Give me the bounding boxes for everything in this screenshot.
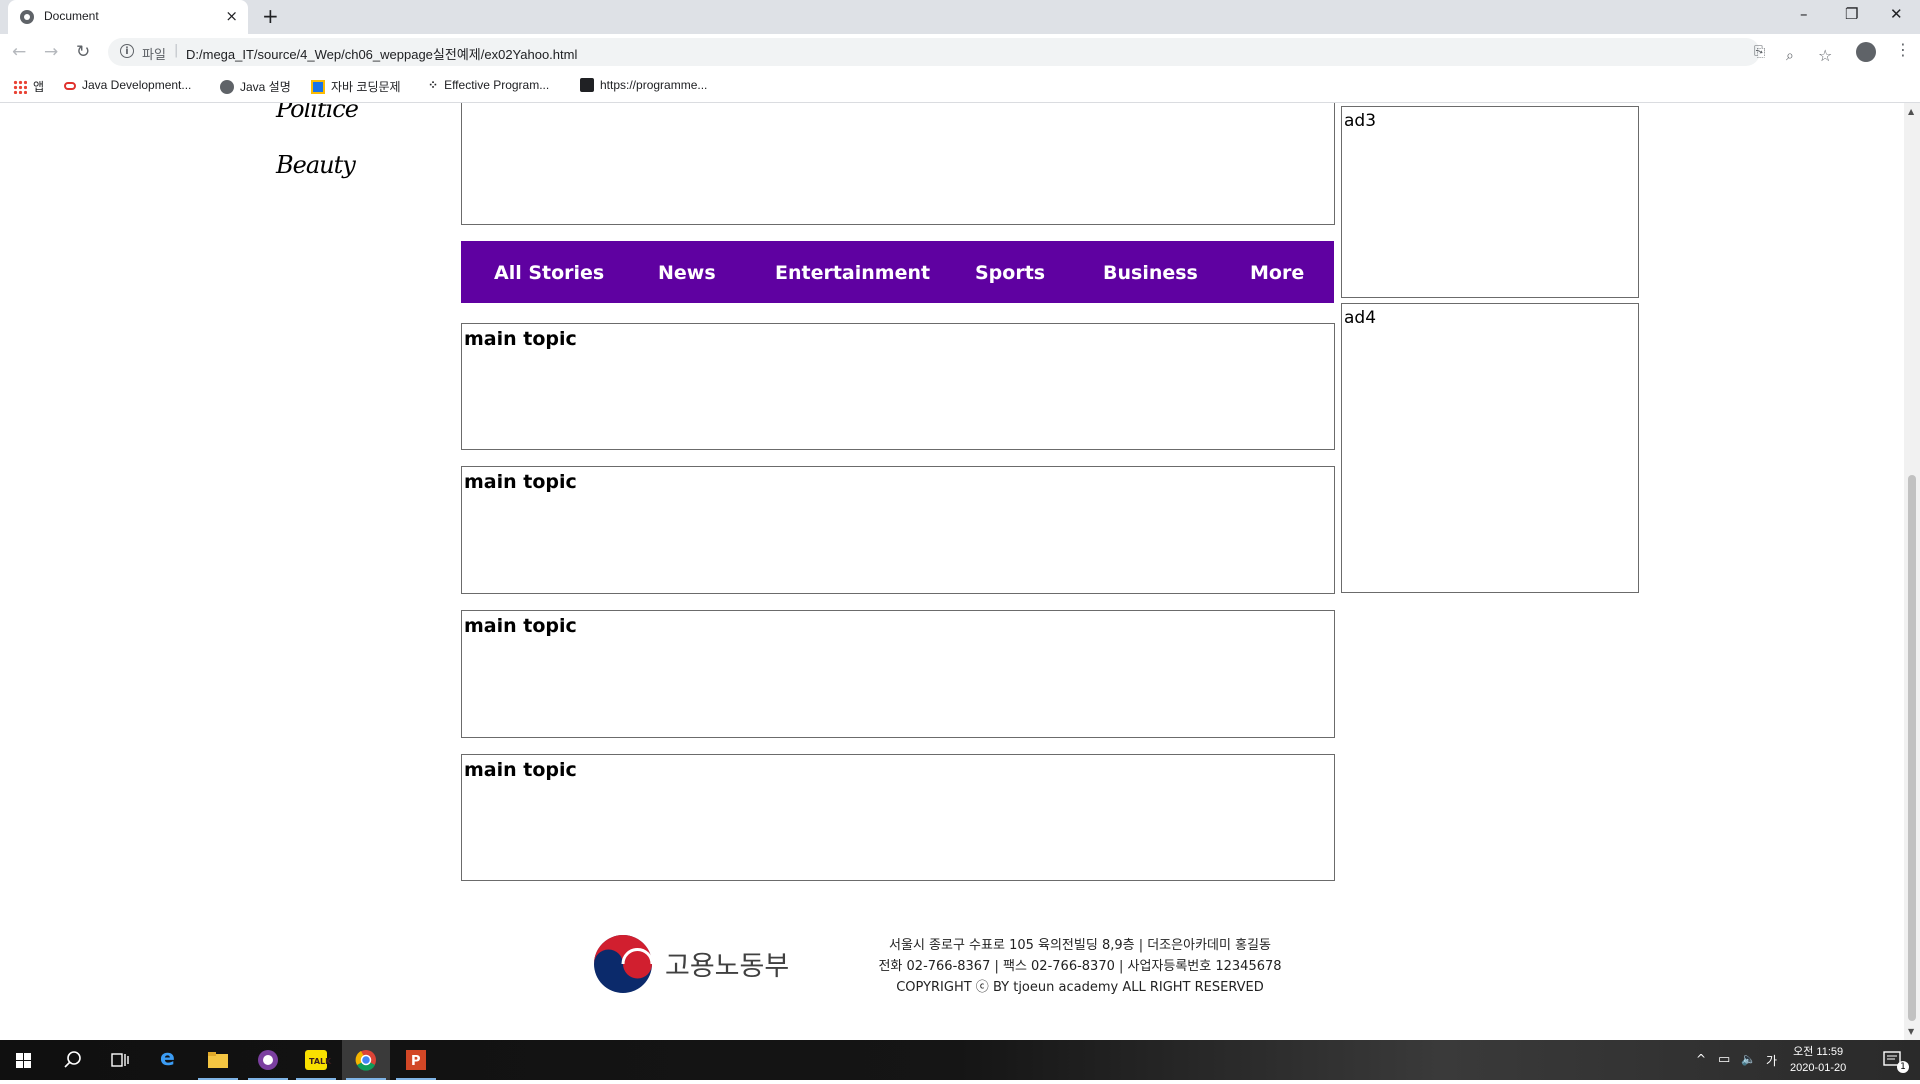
scheme-label: 파일 xyxy=(142,48,166,63)
search-icon[interactable] xyxy=(48,1040,96,1080)
scroll-down-icon[interactable]: ▼ xyxy=(1908,1027,1914,1036)
address-bar[interactable]: i 파일 | D:/mega_IT/source/4_Wep/ch06_wepp… xyxy=(108,38,1765,66)
ime-indicator[interactable]: 가 xyxy=(1766,1052,1777,1069)
nav-more[interactable]: More xyxy=(1250,262,1304,284)
ad-label: ad4 xyxy=(1344,308,1377,328)
vertical-scrollbar[interactable]: ▲ ▼ xyxy=(1904,103,1920,1040)
tab-title: Document xyxy=(44,9,99,23)
apps-grid-icon xyxy=(13,80,27,94)
ad-label: ad3 xyxy=(1344,111,1377,131)
scheme-separator: | xyxy=(174,43,179,58)
powerpoint-icon[interactable]: P xyxy=(392,1040,440,1080)
url-text[interactable]: D:/mega_IT/source/4_Wep/ch06_weppage실전예제… xyxy=(186,44,577,63)
main-topic-label: main topic xyxy=(464,328,577,350)
bookmarks-bar: 앱 Java Development... Java 설명 자바 코딩문제 ⁘ E… xyxy=(0,70,1920,103)
nav-sports[interactable]: Sports xyxy=(975,262,1045,284)
star-icon[interactable]: ☆ xyxy=(1818,46,1832,65)
windows-taskbar: e TALK P ^ ▭ 🔈 가 오전 11:59 2020-01-20 1 xyxy=(0,1040,1920,1080)
task-view-icon[interactable] xyxy=(96,1040,144,1080)
notification-center-icon[interactable]: 1 xyxy=(1870,1040,1918,1080)
bookmark-page-icon xyxy=(311,80,325,94)
footer-address: 서울시 종로구 수표로 105 육의전빌딩 8,9층 | 더조은아카데미 홍길동 xyxy=(889,938,1271,953)
scroll-thumb[interactable] xyxy=(1908,475,1916,1021)
ad-box-3: ad3 xyxy=(1341,106,1639,298)
footer-info: 서울시 종로구 수표로 105 육의전빌딩 8,9층 | 더조은아카데미 홍길동… xyxy=(860,935,1300,998)
taegeuk-logo-icon: 고용노동부 xyxy=(594,935,789,993)
volume-mute-icon[interactable]: 🔈 xyxy=(1741,1052,1756,1066)
programmers-icon xyxy=(580,78,594,92)
nav-entertainment[interactable]: Entertainment xyxy=(775,262,930,284)
clock-date: 2020-01-20 xyxy=(1790,1062,1847,1074)
close-window-button[interactable]: ✕ xyxy=(1890,5,1903,23)
app-purple-icon[interactable] xyxy=(244,1040,292,1080)
oracle-icon xyxy=(64,82,76,90)
footer-contact: 전화 02-766-8367 | 팩스 02-766-8370 | 사업자등록번… xyxy=(878,959,1282,974)
forward-button[interactable]: → xyxy=(44,42,58,62)
tab-bar: Document × + – ❐ ✕ xyxy=(0,0,1920,34)
menu-icon[interactable]: ⋮ xyxy=(1895,40,1911,59)
zoom-icon[interactable]: ⌕ xyxy=(1786,48,1794,64)
start-icon[interactable] xyxy=(0,1040,48,1080)
bookmark-java-coding[interactable]: 자바 코딩문제 xyxy=(311,78,401,95)
side-link-beauty[interactable]: Beauty xyxy=(276,151,356,179)
scroll-up-icon[interactable]: ▲ xyxy=(1908,107,1914,116)
info-icon[interactable]: i xyxy=(120,44,134,58)
close-tab-button[interactable]: × xyxy=(225,7,238,25)
main-topic-box: main topic xyxy=(461,323,1335,450)
dots-icon: ⁘ xyxy=(428,78,439,92)
ad-box-4: ad4 xyxy=(1341,303,1639,593)
globe-icon xyxy=(20,10,34,24)
main-topic-box: main topic xyxy=(461,466,1335,594)
main-topic-box: main topic xyxy=(461,754,1335,881)
bookmark-java-development[interactable]: Java Development... xyxy=(64,78,191,92)
footer-copyright: COPYRIGHT ⓒ BY tjoeun academy ALL RIGHT … xyxy=(896,980,1264,995)
translate-icon[interactable]: ⎘ xyxy=(1754,44,1765,60)
edge-icon[interactable]: e xyxy=(146,1040,194,1080)
maximize-button[interactable]: ❐ xyxy=(1845,5,1858,23)
ministry-logo: 고용노동부 xyxy=(593,933,803,999)
bookmark-java-explain[interactable]: Java 설명 xyxy=(220,78,291,95)
browser-toolbar: ← → ↻ i 파일 | D:/mega_IT/source/4_Wep/ch0… xyxy=(0,34,1920,70)
category-navbar: All Stories News Entertainment Sports Bu… xyxy=(461,241,1334,303)
back-button[interactable]: ← xyxy=(12,42,26,62)
main-topic-box: main topic xyxy=(461,610,1335,738)
network-icon[interactable]: ▭ xyxy=(1718,1052,1730,1067)
svg-text:TALK: TALK xyxy=(309,1057,332,1066)
globe-icon xyxy=(220,80,234,94)
nav-all-stories[interactable]: All Stories xyxy=(494,262,604,284)
nav-news[interactable]: News xyxy=(658,262,716,284)
minimize-button[interactable]: – xyxy=(1800,5,1808,23)
clock-time: 오전 11:59 xyxy=(1793,1046,1844,1058)
main-topic-label: main topic xyxy=(464,615,577,637)
tray-chevron-icon[interactable]: ^ xyxy=(1696,1052,1706,1066)
logo-text: 고용노동부 xyxy=(665,951,789,982)
notification-count: 1 xyxy=(1897,1061,1909,1073)
system-clock[interactable]: 오전 11:59 2020-01-20 xyxy=(1790,1044,1846,1076)
kakaotalk-icon[interactable]: TALK xyxy=(292,1040,340,1080)
side-link-politice[interactable]: Politice xyxy=(276,103,359,123)
nav-business[interactable]: Business xyxy=(1103,262,1198,284)
main-topic-label: main topic xyxy=(464,759,577,781)
file-explorer-icon[interactable] xyxy=(194,1040,242,1080)
browser-tab[interactable]: Document × xyxy=(8,0,248,34)
content-box-top xyxy=(461,103,1335,225)
profile-icon[interactable] xyxy=(1856,42,1876,62)
new-tab-button[interactable]: + xyxy=(262,4,279,28)
chrome-icon[interactable] xyxy=(342,1040,390,1080)
bookmark-apps[interactable]: 앱 xyxy=(13,78,44,95)
reload-button[interactable]: ↻ xyxy=(76,42,90,62)
bookmark-programmers[interactable]: https://programme... xyxy=(580,78,707,92)
main-topic-label: main topic xyxy=(464,471,577,493)
page-viewport: Politice Beauty ad3 ad4 All Stories News… xyxy=(0,103,1904,1040)
svg-text:P: P xyxy=(411,1054,421,1069)
bookmark-effective-program[interactable]: ⁘ Effective Program... xyxy=(428,78,549,92)
